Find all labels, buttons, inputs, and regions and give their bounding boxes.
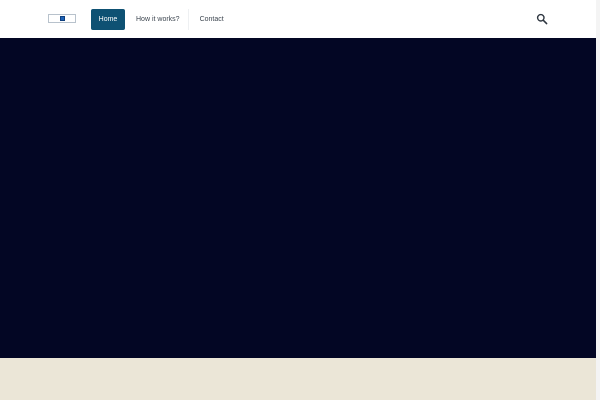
logo-icon [59, 16, 65, 21]
hero-section [0, 38, 596, 358]
site-logo[interactable] [48, 14, 76, 23]
nav-item-contact[interactable]: Contact [200, 9, 224, 30]
content-band [0, 358, 596, 400]
site-header: Home How it works? Contact [0, 0, 596, 38]
scrollbar[interactable] [596, 0, 600, 400]
page: Home How it works? Contact [0, 0, 600, 400]
nav-item-how-it-works[interactable]: How it works? [136, 9, 189, 30]
search-icon [536, 13, 548, 25]
search-button[interactable] [536, 13, 548, 25]
main-nav: Home How it works? Contact [91, 9, 224, 30]
nav-item-home[interactable]: Home [91, 9, 125, 30]
